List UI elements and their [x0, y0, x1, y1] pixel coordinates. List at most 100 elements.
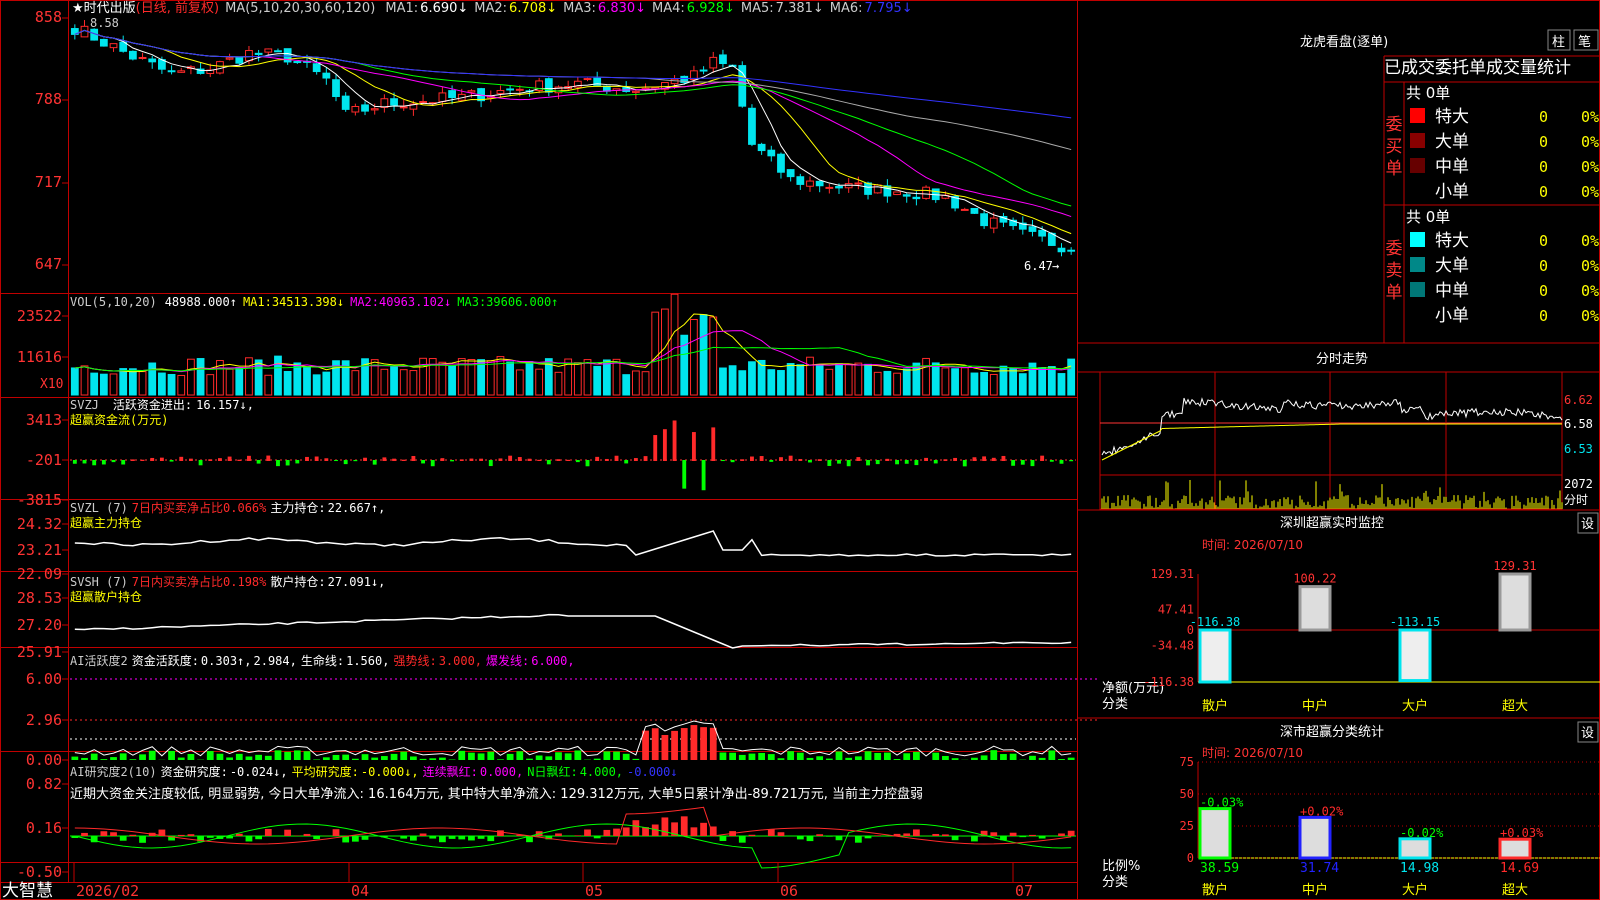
- vol-bar: [283, 370, 292, 396]
- order-pct: 0%: [1581, 257, 1599, 275]
- monitor-xlabel: 分类: [1102, 697, 1128, 712]
- svzj-bar: [430, 460, 435, 467]
- ratio-change: -0.03%: [1200, 796, 1244, 810]
- ai1-tick: 6.00: [26, 670, 62, 688]
- vol-bar: [748, 361, 756, 396]
- svzj-bar: [895, 460, 899, 465]
- order-pct: 0%: [1581, 133, 1599, 151]
- vlabel-char: 单: [1386, 283, 1403, 303]
- ai-activity-panel[interactable]: 6.00 2.96 0.00: [26, 670, 1098, 769]
- ai2-bar: [419, 833, 427, 836]
- vol-bar: [90, 372, 99, 396]
- ai1-bar: [351, 758, 359, 760]
- ai1-bar: [835, 751, 843, 760]
- order-name: 小单: [1435, 306, 1469, 326]
- svzj-bar: [498, 458, 503, 461]
- ai2-bar: [400, 836, 408, 839]
- svzj-bar: [111, 460, 116, 463]
- svzj-bar: [508, 455, 513, 461]
- candle-body: [748, 107, 756, 145]
- ai2-bar: [1019, 836, 1027, 838]
- candle-body: [699, 69, 708, 72]
- candle-body: [1038, 229, 1047, 237]
- vol-bar: [815, 363, 824, 396]
- svzj-bar: [237, 459, 242, 461]
- ai2-bar: [603, 829, 611, 836]
- ai2-bar: [777, 832, 785, 836]
- ai2-bar: [1009, 832, 1017, 836]
- ai1-bar: [81, 757, 88, 760]
- ai2-bar: [129, 834, 137, 836]
- candle-body: [361, 104, 369, 112]
- order-pct: 0%: [1581, 307, 1599, 325]
- vol-bar: [583, 359, 592, 396]
- ai1-bar: [148, 750, 156, 760]
- svzj-bar: [779, 457, 783, 461]
- order-color-swatch: [1410, 282, 1425, 297]
- ai2-bar: [81, 832, 88, 836]
- order-pct: 0%: [1581, 108, 1599, 126]
- vol-bar: [448, 365, 456, 396]
- vol-bar: [602, 359, 611, 396]
- ai2-bar: [913, 829, 920, 836]
- order-name: 中单: [1435, 281, 1469, 301]
- svzl-panel[interactable]: 24.32 23.21 22.09: [17, 515, 1072, 583]
- ai1-bar: [709, 727, 717, 760]
- candle-body: [980, 213, 988, 227]
- order-name: 大单: [1435, 132, 1469, 152]
- svzj-bar: [285, 460, 290, 466]
- intraday-axis-0: 6.62: [1564, 393, 1593, 407]
- vlabel-char: 委: [1386, 115, 1403, 135]
- ai1-bar: [419, 758, 427, 760]
- ai2-bar: [613, 828, 620, 836]
- ai1-bar: [651, 728, 659, 760]
- svzj-bar: [305, 456, 309, 461]
- intraday-vol: 2072: [1564, 477, 1593, 491]
- svzj-bar: [885, 458, 890, 461]
- vol-bar: [989, 373, 998, 396]
- ai2-bar: [990, 832, 998, 836]
- price-panel[interactable]: 858 788 717 647: [35, 8, 1076, 273]
- ratio-chart: 75 50 25 0 -0.03% 38.59 散户 +0.02% 31.74 中户 -0.02% 1…: [1180, 755, 1600, 898]
- ratio-value: 38.59: [1200, 861, 1239, 876]
- monitor-tick: -34.48: [1151, 638, 1194, 652]
- volume-panel[interactable]: 23522 11616: [17, 293, 1076, 396]
- ratio-value: 31.74: [1300, 861, 1339, 876]
- vol-bar: [844, 363, 853, 396]
- ai1-bar: [206, 751, 214, 760]
- vol-bar: [515, 369, 524, 396]
- svzj-bar: [866, 460, 870, 466]
- svzj-bar: [556, 459, 561, 461]
- ai2-bar: [1038, 836, 1046, 839]
- svzj-panel[interactable]: 3413 -201 -3815: [17, 411, 1076, 509]
- vol-bar: [399, 369, 408, 396]
- ai1-bar: [738, 754, 746, 760]
- kline-chart[interactable]: 858 788 717 647 23522 11616 3413 -201 -3815 24…: [0, 0, 1600, 900]
- candle-body: [815, 180, 824, 187]
- order-count: 0: [1539, 282, 1548, 300]
- buy-label: 委买单: [1386, 115, 1403, 179]
- ai1-bar: [1029, 755, 1036, 760]
- ratio-value: 14.98: [1400, 861, 1439, 876]
- svzj-bar: [440, 458, 445, 461]
- intraday-vol-unit: 分时: [1564, 493, 1588, 507]
- vol-bar: [187, 358, 195, 396]
- svzj-bar: [1001, 455, 1006, 461]
- svzj-bar: [546, 460, 551, 465]
- vol-bar: [941, 367, 950, 396]
- ai1-bar: [177, 757, 185, 760]
- period-label[interactable]: (日线, 前复权): [136, 0, 219, 16]
- ai2-bar: [313, 836, 321, 840]
- svzj-bar: [372, 460, 377, 465]
- svzj-bar: [159, 457, 164, 461]
- price-tick: 717: [35, 173, 62, 191]
- ai1-bar: [825, 758, 833, 760]
- svsh-panel[interactable]: 28.53 27.20 25.91: [17, 589, 1072, 661]
- star-icon[interactable]: ★: [72, 1, 84, 16]
- monitor-tick: -116.38: [1143, 675, 1194, 689]
- svzj-bar: [363, 457, 367, 461]
- vlabel-char: 卖: [1386, 261, 1403, 281]
- ai2-bar: [361, 836, 369, 840]
- vol-bar: [690, 319, 698, 396]
- ratio-title: 深市超赢分类统计: [1280, 724, 1384, 740]
